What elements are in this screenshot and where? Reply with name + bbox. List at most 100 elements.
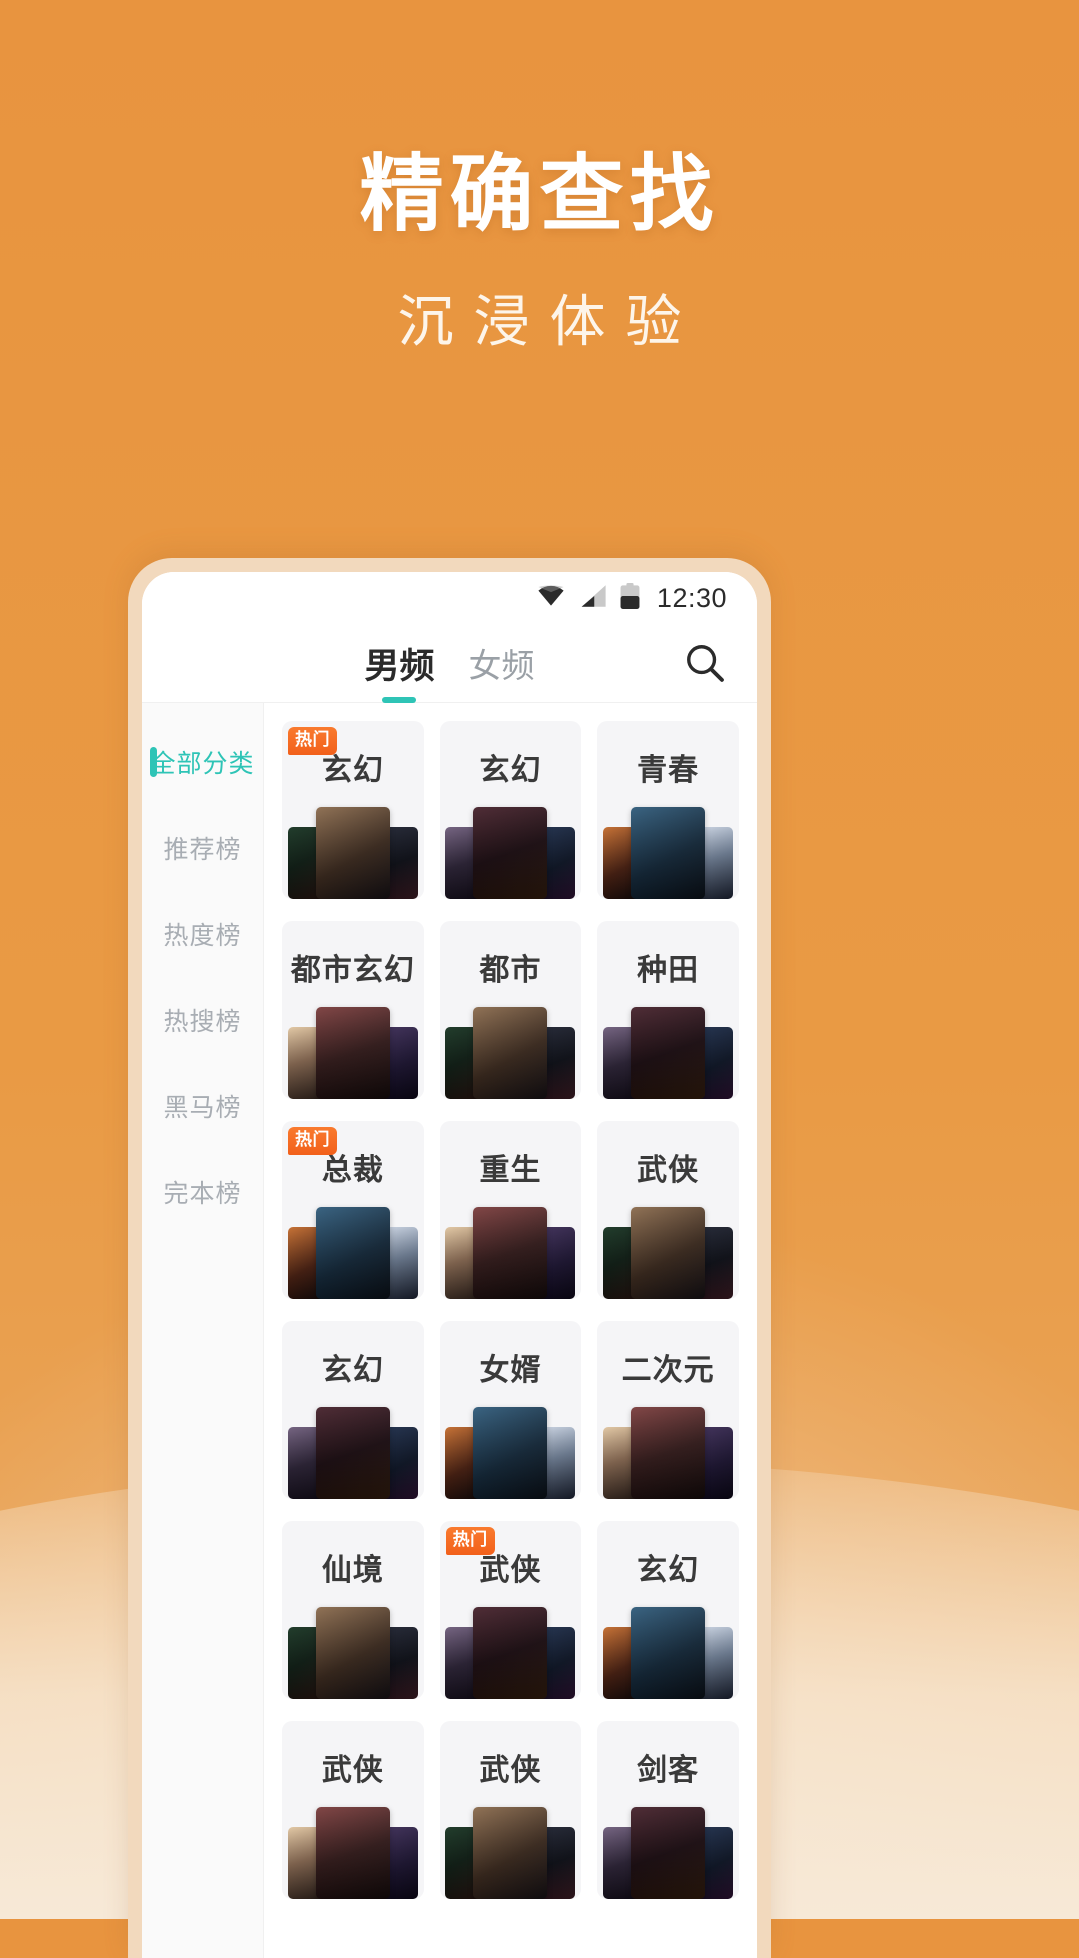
category-card[interactable]: 武侠 (282, 1721, 424, 1899)
book-cover-stack (445, 1807, 576, 1899)
category-card[interactable]: 热门 总裁 (282, 1121, 424, 1299)
tab-female-channel-label: 女频 (468, 646, 535, 685)
book-cover-stack (287, 1807, 418, 1899)
sidebar-item-3[interactable]: 热搜榜 (142, 977, 263, 1063)
sidebar-item-0[interactable]: 全部分类 (142, 719, 263, 805)
status-bar: 12:30 (142, 572, 757, 624)
category-card[interactable]: 重生 (439, 1121, 582, 1299)
sidebar-item-4[interactable]: 黑马榜 (142, 1063, 263, 1149)
book-cover-thumbnail (631, 1407, 706, 1499)
book-cover-thumbnail (631, 807, 706, 899)
category-card[interactable]: 武侠 (597, 1121, 739, 1299)
book-cover-stack (445, 1607, 576, 1699)
book-cover-thumbnail (315, 1207, 390, 1299)
category-card[interactable]: 热门 武侠 (439, 1521, 582, 1699)
category-card[interactable]: 热门 玄幻 (282, 721, 424, 899)
book-cover-thumbnail (631, 1607, 706, 1699)
sidebar-item-label: 推荐榜 (163, 835, 242, 864)
status-bar-time: 12:30 (656, 582, 727, 613)
book-cover-thumbnail (631, 1207, 706, 1299)
sidebar-item-5[interactable]: 完本榜 (142, 1149, 263, 1235)
book-cover-stack (287, 1007, 418, 1099)
hot-badge: 热门 (288, 1127, 337, 1155)
book-cover-stack (445, 1007, 576, 1099)
category-card[interactable]: 都市玄幻 (282, 921, 424, 1099)
book-cover-thumbnail (473, 1807, 548, 1899)
category-grid-scroll[interactable]: 热门 玄幻 玄幻 青春 都市玄幻 都市 种田 热门 总裁 重生 武侠 玄幻 女婿 二次元 仙境 热门 武侠 玄幻武… (264, 703, 757, 1958)
category-grid: 热门 玄幻 玄幻 青春 都市玄幻 都市 种田 热门 总裁 重生 武侠 玄幻 女婿 二次元 仙境 热门 武侠 玄幻武… (282, 721, 739, 1899)
book-cover-stack (603, 1407, 734, 1499)
category-card[interactable]: 青春 (597, 721, 739, 899)
sidebar-item-1[interactable]: 推荐榜 (142, 805, 263, 891)
book-cover-thumbnail (315, 807, 390, 899)
category-card[interactable]: 种田 (597, 921, 739, 1099)
category-card[interactable]: 剑客 (597, 1721, 739, 1899)
category-card-title: 剑客 (637, 1753, 700, 1788)
book-cover-thumbnail (473, 807, 548, 899)
book-cover-thumbnail (631, 1807, 706, 1899)
wifi-icon (536, 584, 566, 613)
category-card-title: 女婿 (479, 1353, 542, 1388)
category-card-title: 重生 (479, 1153, 542, 1188)
top-tab-bar: 男频 女频 (142, 624, 757, 703)
book-cover-thumbnail (473, 1007, 548, 1099)
hot-badge: 热门 (445, 1527, 495, 1555)
book-cover-thumbnail (315, 1407, 390, 1499)
sidebar-item-2[interactable]: 热度榜 (142, 891, 263, 977)
book-cover-thumbnail (631, 1007, 706, 1099)
category-card-title: 武侠 (479, 1753, 542, 1788)
book-cover-stack (445, 1207, 576, 1299)
category-card[interactable]: 二次元 (597, 1321, 739, 1499)
category-card-title: 仙境 (321, 1553, 384, 1588)
sidebar-item-label: 热搜榜 (163, 1007, 242, 1036)
book-cover-thumbnail (473, 1207, 548, 1299)
book-cover-stack (603, 807, 734, 899)
hot-badge: 热门 (288, 727, 337, 755)
sidebar-item-label: 完本榜 (163, 1179, 242, 1208)
battery-icon (620, 582, 640, 614)
book-cover-stack (603, 1607, 734, 1699)
category-sidebar: 全部分类推荐榜热度榜热搜榜黑马榜完本榜 (142, 703, 264, 1958)
book-cover-thumbnail (315, 1607, 390, 1699)
category-card[interactable]: 玄幻 (282, 1321, 424, 1499)
book-cover-stack (287, 1207, 418, 1299)
sidebar-item-label: 黑马榜 (163, 1093, 242, 1122)
category-card-title: 玄幻 (479, 753, 542, 788)
promo-text-block: 精确查找 沉浸体验 (0, 145, 1079, 358)
category-card[interactable]: 玄幻 (439, 721, 582, 899)
page-title: 精确查找 (359, 145, 720, 243)
category-card-title: 青春 (637, 753, 700, 788)
book-cover-thumbnail (473, 1407, 548, 1499)
book-cover-stack (603, 1007, 734, 1099)
book-cover-stack (603, 1207, 734, 1299)
phone-mockup-frame: 12:30 男频 女频 全部分类 推荐榜 热度榜 热搜榜 黑马榜 完本榜 热门 玄幻 玄幻 青春 (128, 558, 771, 1958)
category-card-title: 玄幻 (637, 1553, 700, 1588)
content-area: 全部分类 推荐榜 热度榜 热搜榜 黑马榜 完本榜 热门 玄幻 玄幻 青春 都市玄幻 都市 种田 热门 总裁… (142, 702, 757, 1958)
page-subtitle: 沉浸体验 (397, 290, 702, 356)
category-card[interactable]: 都市 (439, 921, 582, 1099)
book-cover-thumbnail (473, 1607, 548, 1699)
book-cover-thumbnail (315, 1007, 390, 1099)
book-cover-stack (603, 1807, 734, 1899)
category-card[interactable]: 武侠 (439, 1721, 582, 1899)
category-card[interactable]: 女婿 (439, 1321, 582, 1499)
tab-active-underline (382, 696, 417, 703)
book-cover-stack (287, 807, 418, 899)
tab-female-channel[interactable]: 女频 (452, 639, 552, 687)
category-card[interactable]: 玄幻 (597, 1521, 739, 1699)
category-card[interactable]: 仙境 (282, 1521, 424, 1699)
book-cover-thumbnail (315, 1807, 390, 1899)
category-card-title: 二次元 (621, 1353, 715, 1388)
category-card-title: 种田 (637, 953, 700, 988)
book-cover-stack (287, 1607, 418, 1699)
book-cover-stack (287, 1407, 418, 1499)
sidebar-item-label: 全部分类 (150, 749, 255, 778)
search-icon[interactable] (679, 637, 731, 689)
category-card-title: 武侠 (321, 1753, 384, 1788)
sidebar-item-label: 热度榜 (163, 921, 242, 950)
cellular-signal-icon (579, 584, 607, 613)
book-cover-stack (445, 1407, 576, 1499)
category-card-title: 都市 (479, 953, 542, 988)
tab-male-channel[interactable]: 男频 (347, 638, 451, 703)
book-cover-stack (445, 807, 576, 899)
